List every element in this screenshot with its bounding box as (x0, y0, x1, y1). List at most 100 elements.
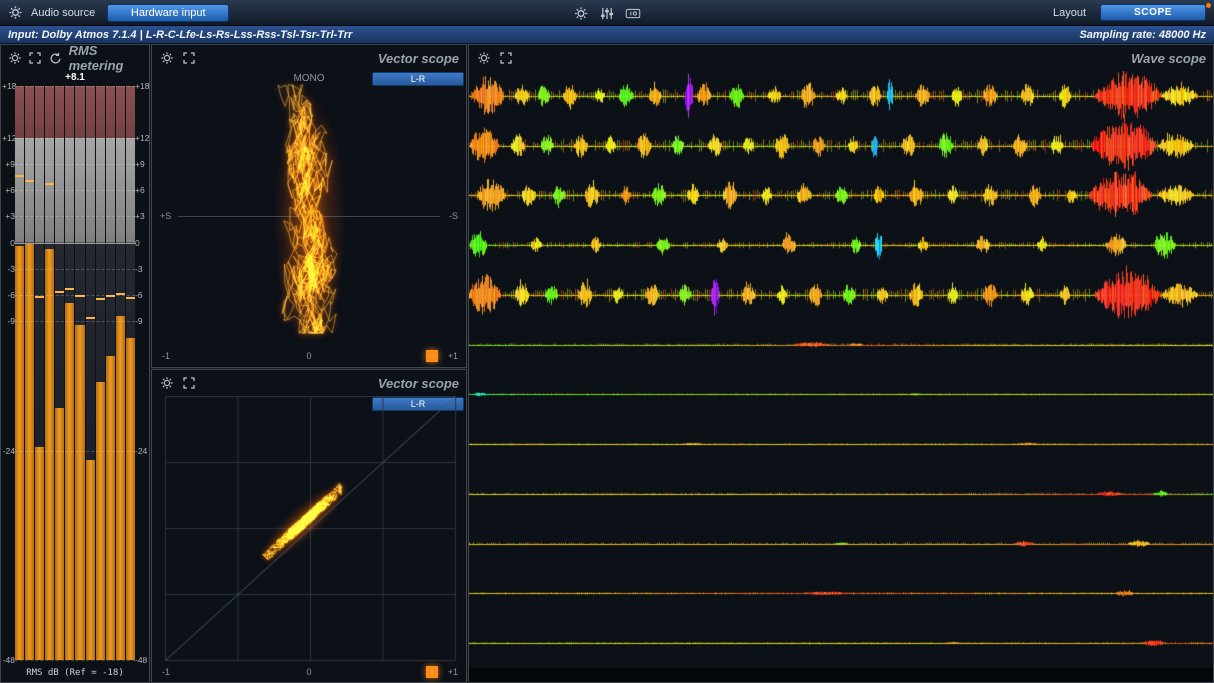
rms-meter-fill (116, 316, 125, 660)
fullscreen-icon[interactable] (29, 51, 42, 66)
rms-meter-fill (65, 303, 74, 660)
vector-top-title: Vector scope (378, 51, 459, 66)
rms-scale-right: +18+12+9+6+30-3-6-9-24-48 (135, 86, 148, 660)
rms-scale-tick: -6 (2, 290, 15, 300)
rms-meter-channel (45, 86, 54, 660)
rms-scale-tick: +12 (2, 133, 15, 143)
wave-scope-display (469, 71, 1213, 668)
rms-scale-tick: -48 (2, 655, 15, 665)
rms-meter-fill (86, 460, 95, 660)
top-toolbar: Audio source Hardware input Layout SCOPE (0, 0, 1214, 26)
fullscreen-icon[interactable] (181, 51, 196, 66)
rms-meter-channel (35, 86, 44, 660)
rms-meter-channel (86, 86, 95, 660)
rms-peak-marker (106, 295, 115, 297)
vector-scope-display (152, 71, 466, 341)
rms-peak-marker (86, 317, 95, 319)
rms-meter-channel (25, 86, 34, 660)
rms-grid-line (15, 660, 135, 661)
topbar-center-icons (574, 0, 641, 26)
rms-metering-panel: RMS metering +8.1 +18 +12 +9 +6 +3 0 -3 -6 -9 -24… (0, 44, 150, 683)
scope-button[interactable]: SCOPE (1100, 4, 1206, 21)
vector-scope-panel-top: Vector scope MONO L-R +S -S -1 0 +1 (151, 44, 467, 368)
rms-scale-tick: +9 (2, 159, 15, 169)
rms-scale-tick: -24 (2, 446, 15, 456)
notification-dot (1206, 3, 1211, 8)
mixer-sliders-icon[interactable] (600, 6, 615, 21)
rms-peak-marker (96, 298, 105, 300)
gear-icon[interactable] (159, 376, 174, 391)
rms-meter-fill (35, 447, 44, 660)
rms-peak-readout: +8.1 (1, 72, 149, 83)
rms-panel-title: RMS metering (69, 43, 142, 73)
rms-peak-marker (35, 296, 44, 298)
rms-scale-tick: +18 (2, 81, 15, 91)
topbar-right: Layout SCOPE (1053, 4, 1206, 21)
axis-label-pos1: +1 (448, 351, 458, 361)
axis-label-zero: 0 (152, 667, 466, 677)
gear-icon[interactable] (8, 51, 22, 66)
rms-peak-marker (126, 297, 135, 299)
rms-scale-tick: +3 (135, 211, 148, 221)
rms-meter-fill (25, 244, 34, 660)
clip-indicator[interactable] (426, 666, 438, 678)
rms-scale-tick: -6 (135, 290, 148, 300)
rms-meter-channel (106, 86, 115, 660)
rms-meter-fill (96, 382, 105, 660)
gear-icon[interactable] (159, 51, 174, 66)
layout-label: Layout (1053, 7, 1086, 19)
rms-meter-channel (55, 86, 64, 660)
clip-indicator[interactable] (426, 350, 438, 362)
rms-scale-tick: 0 (135, 238, 148, 248)
rms-scale-tick: -3 (135, 264, 148, 274)
rms-meter-channel (65, 86, 74, 660)
vector-scope-display (152, 396, 466, 666)
rms-meter-channel (116, 86, 125, 660)
rms-scale-tick: +12 (135, 133, 148, 143)
vector-bottom-header: Vector scope (152, 370, 466, 396)
rms-scale-tick: -24 (135, 446, 148, 456)
rms-scale-tick: +6 (2, 185, 15, 195)
rms-meter-bars (15, 86, 135, 660)
rms-scale-tick: -3 (2, 264, 15, 274)
rms-peak-marker (45, 183, 54, 185)
rms-meter-channel (126, 86, 135, 660)
rms-scale-tick: -9 (2, 316, 15, 326)
rms-scale-tick: -9 (135, 316, 148, 326)
rms-meter-fill (45, 249, 54, 660)
axis-label-pos1: +1 (448, 667, 458, 677)
input-info-bar: Input: Dolby Atmos 7.1.4 | L-R-C-Lfe-Ls-… (0, 26, 1214, 44)
fullscreen-icon[interactable] (498, 51, 513, 66)
rms-peak-marker (116, 293, 125, 295)
rms-peak-marker (55, 291, 64, 293)
input-output-icon[interactable] (626, 6, 641, 21)
vector-top-header: Vector scope (152, 45, 466, 71)
rms-panel-header: RMS metering (1, 45, 149, 71)
rms-scale-tick: +3 (2, 211, 15, 221)
wave-scope-panel: Wave scope (468, 44, 1214, 683)
reset-refresh-icon[interactable] (49, 51, 62, 66)
rms-scale-left: +18+12+9+6+30-3-6-9-24-48 (2, 86, 15, 660)
settings-gear-icon[interactable] (8, 5, 23, 20)
hardware-input-button[interactable]: Hardware input (107, 4, 229, 22)
gear-icon[interactable] (574, 6, 589, 21)
input-format-text: Input: Dolby Atmos 7.1.4 | L-R-C-Lfe-Ls-… (8, 29, 352, 41)
rms-meter-channel (75, 86, 84, 660)
wave-panel-title: Wave scope (1131, 51, 1206, 66)
rms-meter-area (15, 86, 135, 660)
rms-scale-tick: -48 (135, 655, 148, 665)
rms-meter-fill (55, 408, 64, 660)
rms-meter-channel (96, 86, 105, 660)
vector-scope-panel-bottom: Vector scope L-R -1 0 +1 (151, 369, 467, 683)
axis-label-zero: 0 (152, 351, 466, 361)
rms-meter-channel (15, 86, 24, 660)
gear-icon[interactable] (476, 51, 491, 66)
rms-footer-label: RMS dB (Ref = -18) (1, 668, 149, 678)
fullscreen-icon[interactable] (181, 376, 196, 391)
wave-panel-footer (469, 668, 1213, 682)
rms-meter-fill (106, 356, 115, 660)
rms-meter-fill (75, 325, 84, 660)
rms-meter-fill (126, 338, 135, 660)
sampling-rate-text: Sampling rate: 48000 Hz (1079, 29, 1206, 41)
rms-peak-marker (15, 175, 24, 177)
